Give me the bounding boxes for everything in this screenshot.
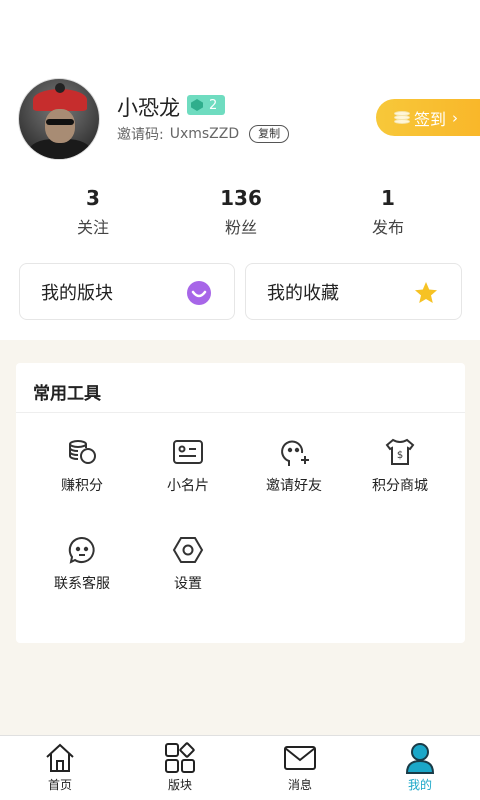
my-sections-label: 我的版块 <box>41 282 113 304</box>
chat-bubble-icon <box>187 281 211 305</box>
id-card-icon <box>173 440 203 464</box>
tool-settings[interactable]: 设置 <box>135 533 241 603</box>
tool-label: 设置 <box>174 576 202 592</box>
nav-messages[interactable]: 消息 <box>240 736 360 800</box>
invite-friend-icon <box>281 440 309 466</box>
tool-earn-points[interactable]: 赚积分 <box>29 435 135 505</box>
stat-value: 3 <box>86 186 100 210</box>
star-icon <box>415 282 437 303</box>
tool-invite-friends[interactable]: 邀请好友 <box>241 435 347 505</box>
my-sections-card[interactable]: 我的版块 <box>19 263 235 320</box>
stat-posts[interactable]: 1 发布 <box>328 186 448 238</box>
username: 小恐龙 <box>117 96 180 120</box>
stat-following[interactable]: 3 关注 <box>33 186 153 238</box>
divider <box>16 412 465 413</box>
nav-label: 版块 <box>167 778 192 792</box>
message-icon <box>284 746 316 770</box>
profile-icon <box>405 743 435 774</box>
chevron-right-icon: › <box>452 108 459 127</box>
invite-code-row: 邀请码: UxmsZZD 复制 <box>117 124 290 144</box>
copy-button[interactable]: 复制 <box>249 125 290 143</box>
sections-icon <box>165 742 195 773</box>
profile-header: 小恐龙 2 邀请码: UxmsZZD 复制 签到 › 3 关注 136 粉丝 1… <box>0 0 480 340</box>
stat-label: 粉丝 <box>224 218 257 237</box>
customer-service-icon <box>68 536 95 564</box>
stat-value: 136 <box>220 186 262 210</box>
svg-text:$: $ <box>397 450 403 461</box>
bottom-nav: 首页 版块 消息 我的 <box>0 735 480 800</box>
signin-label: 签到 <box>414 109 447 129</box>
nav-profile[interactable]: 我的 <box>360 736 480 800</box>
nav-label: 我的 <box>407 778 432 792</box>
tool-points-mall[interactable]: $ 积分商城 <box>347 435 453 505</box>
nav-label: 首页 <box>47 778 72 792</box>
tool-label: 邀请好友 <box>266 478 322 494</box>
avatar[interactable] <box>18 78 100 160</box>
level-badge: 2 <box>187 95 225 115</box>
tool-contact-support[interactable]: 联系客服 <box>29 533 135 603</box>
my-favorites-card[interactable]: 我的收藏 <box>245 263 462 320</box>
tool-label: 小名片 <box>167 478 209 494</box>
nav-label: 消息 <box>287 778 312 792</box>
tool-label: 积分商城 <box>372 478 428 494</box>
stat-label: 发布 <box>371 218 404 237</box>
tool-label: 赚积分 <box>61 478 103 494</box>
coin-stack-icon <box>394 110 410 125</box>
tools-title: 常用工具 <box>33 384 101 404</box>
gem-icon <box>191 99 203 111</box>
stat-value: 1 <box>381 186 395 210</box>
my-favorites-label: 我的收藏 <box>267 282 339 304</box>
signin-button[interactable]: 签到 › <box>376 99 480 136</box>
stat-label: 关注 <box>76 218 109 237</box>
points-mall-icon: $ <box>385 438 415 465</box>
invite-code-label: 邀请码: <box>117 127 164 143</box>
stats-row: 3 关注 136 粉丝 1 发布 <box>0 186 480 246</box>
common-tools-panel: 常用工具 赚积分 小名片 邀请好友 $ 积分商城 联系客服 设置 <box>16 363 465 643</box>
coins-icon <box>69 440 96 464</box>
home-icon <box>46 743 74 772</box>
nav-sections[interactable]: 版块 <box>120 736 240 800</box>
settings-icon <box>172 537 204 563</box>
level-value: 2 <box>209 97 218 113</box>
tool-business-card[interactable]: 小名片 <box>135 435 241 505</box>
tool-label: 联系客服 <box>54 576 110 592</box>
invite-code-value: UxmsZZD <box>169 126 240 142</box>
stat-followers[interactable]: 136 粉丝 <box>181 186 301 238</box>
nav-home[interactable]: 首页 <box>0 736 120 800</box>
